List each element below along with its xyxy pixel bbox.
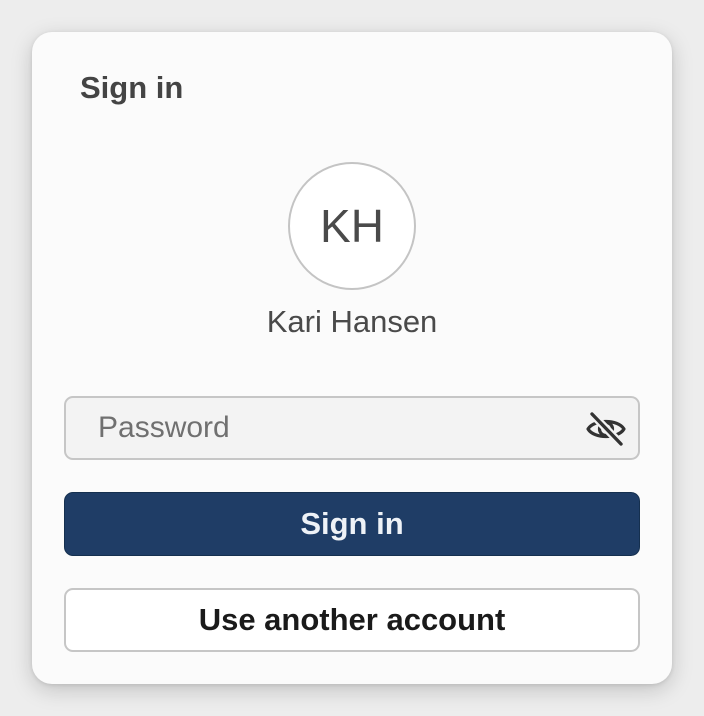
eye-slash-icon[interactable] [584, 407, 628, 451]
password-field [64, 396, 640, 460]
avatar-initials: KH [320, 200, 384, 252]
sign-in-card: Sign in KH Kari Hansen Sign in Use anoth… [32, 32, 672, 684]
sign-in-button[interactable]: Sign in [64, 492, 640, 556]
avatar: KH [288, 162, 416, 290]
account-name: Kari Hansen [266, 304, 438, 339]
password-input[interactable] [66, 398, 598, 458]
dialog-title: Sign in [80, 70, 184, 105]
use-another-account-button[interactable]: Use another account [64, 588, 640, 652]
